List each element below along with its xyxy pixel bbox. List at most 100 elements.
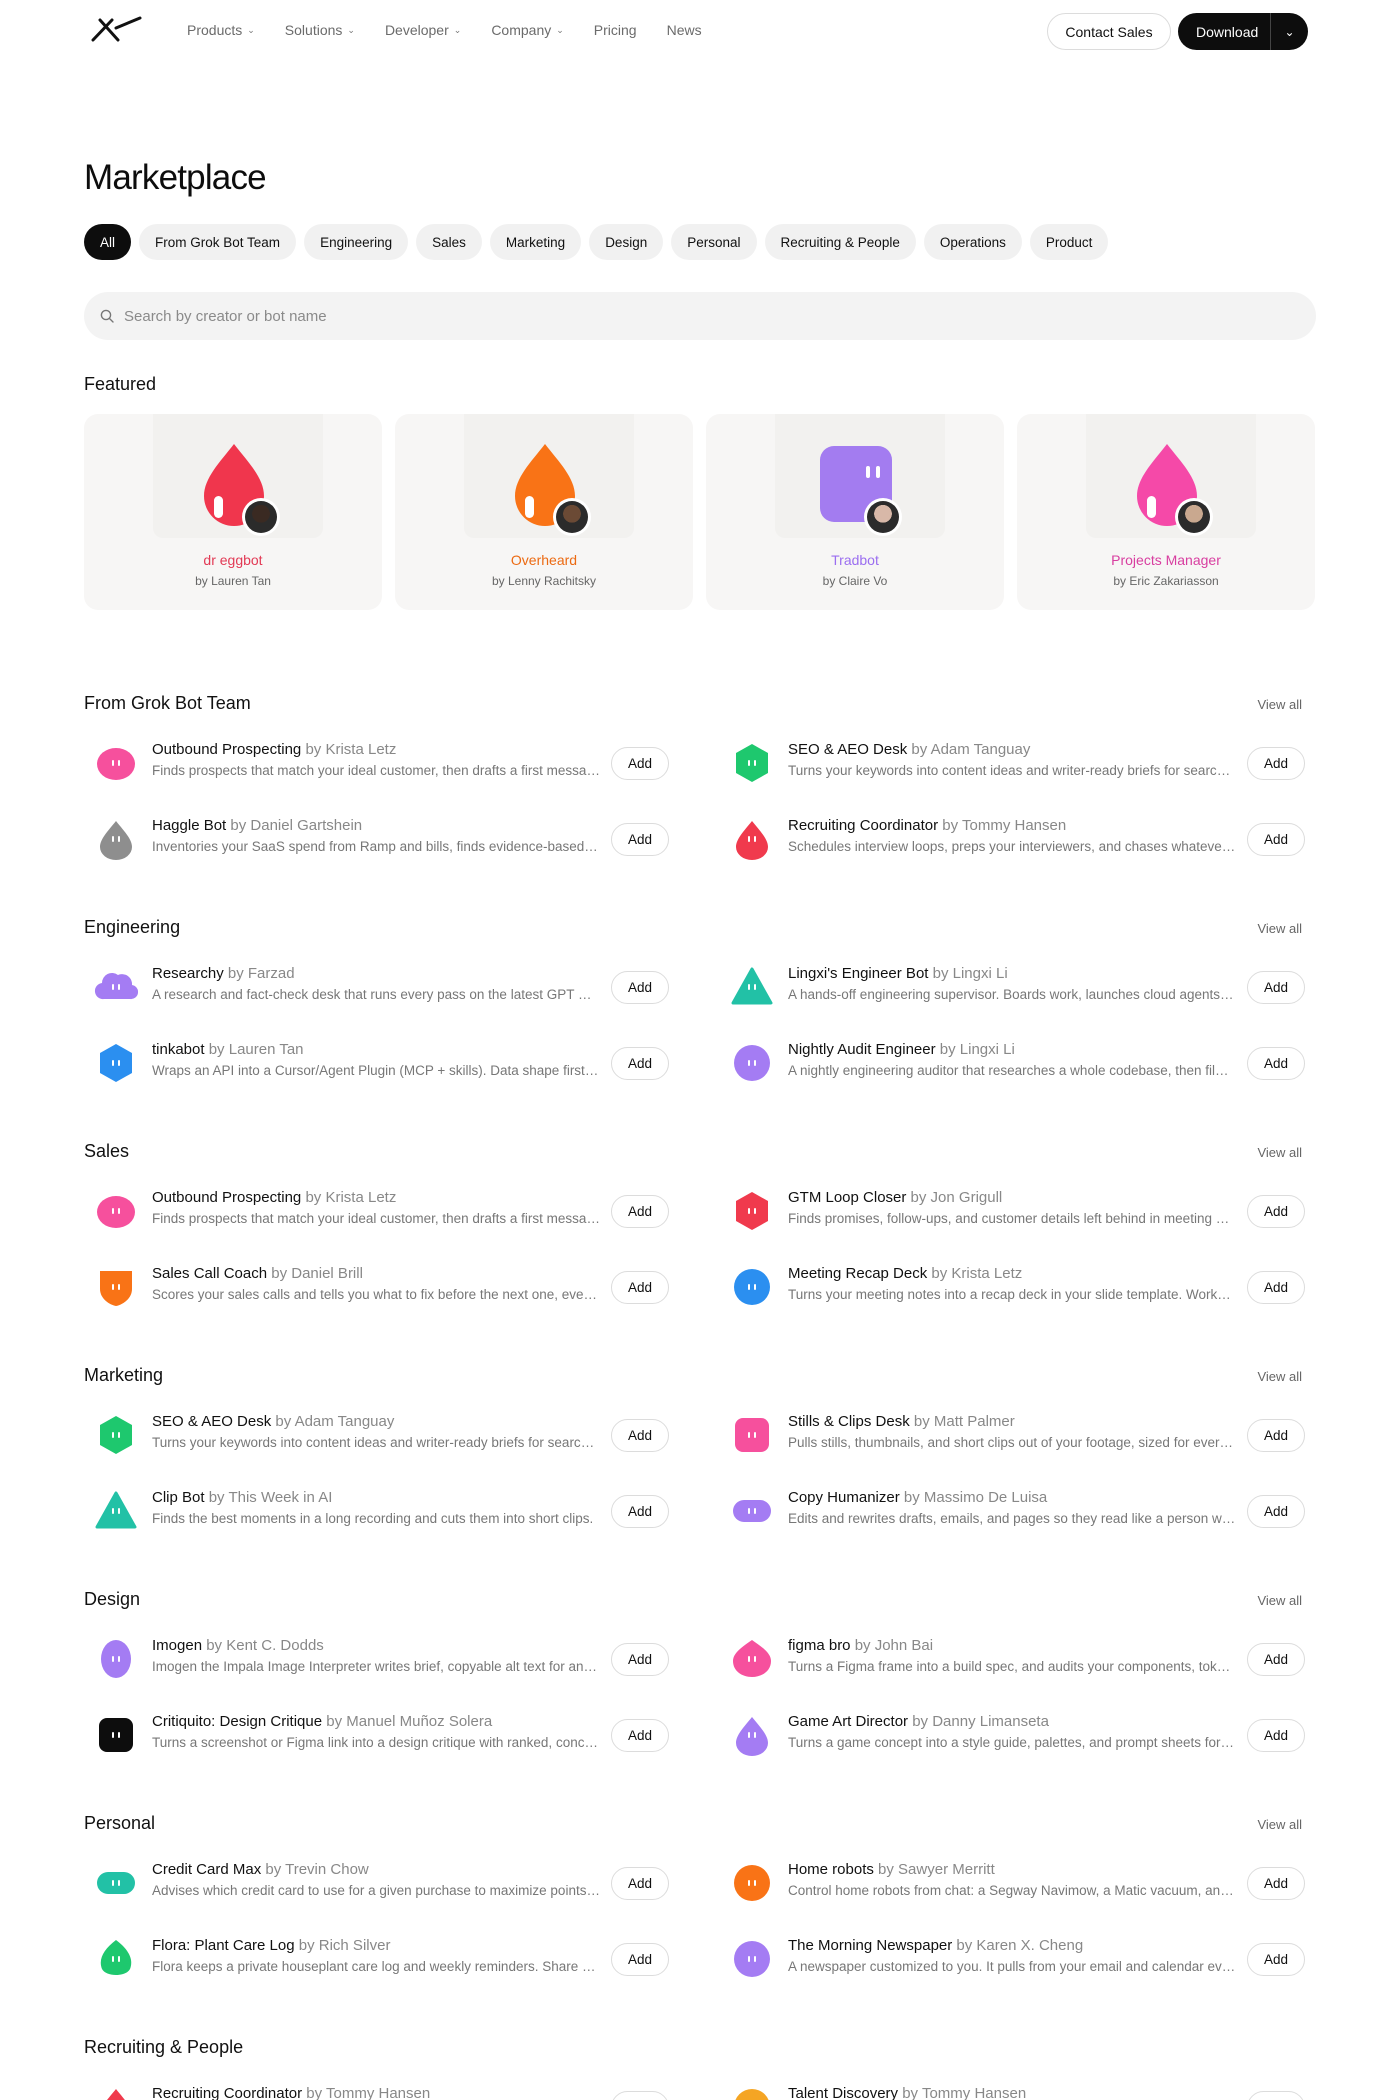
x-logo-icon[interactable] (90, 16, 142, 42)
add-button[interactable]: Add (1247, 823, 1305, 856)
add-button[interactable]: Add (1247, 1719, 1305, 1752)
search-bar[interactable] (84, 292, 1316, 340)
add-button[interactable]: Add (1247, 747, 1305, 780)
view-all-link[interactable]: View all (1257, 1817, 1302, 1832)
bot-list-item[interactable]: Outbound Prospecting by Krista Letz Find… (84, 1177, 670, 1237)
add-button[interactable]: Add (611, 1719, 669, 1752)
bot-avatar-icon (100, 1940, 132, 1975)
add-button[interactable]: Add (1247, 1419, 1305, 1452)
download-button[interactable]: Download ⌄ (1178, 13, 1308, 50)
bot-list-item[interactable]: Researchy by Farzad A research and fact-… (84, 953, 670, 1013)
bot-list-item[interactable]: SEO & AEO Desk by Adam Tanguay Turns you… (84, 1401, 670, 1461)
bot-list-item[interactable]: Recruiting Coordinator by Tommy Hansen S… (720, 805, 1306, 865)
bot-list-item[interactable]: Home robots by Sawyer Merritt Control ho… (720, 1849, 1306, 1909)
filter-chip[interactable]: From Grok Bot Team (139, 224, 297, 260)
bot-list-item[interactable]: Critiquito: Design Critique by Manuel Mu… (84, 1701, 670, 1761)
add-button[interactable]: Add (1247, 1867, 1305, 1900)
filter-chip[interactable]: Design (589, 224, 664, 260)
add-button[interactable]: Add (611, 1195, 669, 1228)
add-button[interactable]: Add (611, 1495, 669, 1528)
chevron-down-icon[interactable]: ⌄ (1271, 25, 1308, 39)
filter-chip[interactable]: Product (1029, 224, 1109, 260)
bot-list-item[interactable]: Flora: Plant Care Log by Rich Silver Flo… (84, 1925, 670, 1985)
bot-description: Schedules interview loops, preps your in… (788, 839, 1236, 854)
nav-link-company[interactable]: Company ⌄ (491, 22, 563, 38)
bot-list-item[interactable]: Credit Card Max by Trevin Chow Advises w… (84, 1849, 670, 1909)
add-button[interactable]: Add (611, 1643, 669, 1676)
bot-avatar-icon (734, 1865, 770, 1901)
add-button[interactable]: Add (611, 1419, 669, 1452)
add-button[interactable]: Add (611, 971, 669, 1004)
filter-chip[interactable]: Personal (671, 224, 757, 260)
add-button[interactable]: Add (611, 1271, 669, 1304)
filter-chip[interactable]: Engineering (304, 224, 409, 260)
bot-list-item[interactable]: Game Art Director by Danny Limanseta Tur… (720, 1701, 1306, 1761)
filter-chip[interactable]: Sales (416, 224, 482, 260)
bot-list-item[interactable]: Haggle Bot by Daniel Gartshein Inventori… (84, 805, 670, 865)
add-button[interactable]: Add (1247, 971, 1305, 1004)
filter-chip[interactable]: Marketing (489, 224, 582, 260)
add-button[interactable]: Add (611, 823, 669, 856)
page-title: Marketplace (84, 158, 267, 197)
add-button[interactable]: Add (611, 1047, 669, 1080)
featured-card[interactable]: Overheard by Lenny Rachitsky (395, 414, 693, 610)
bot-author: by Lauren Tan (208, 1041, 304, 1058)
featured-card[interactable]: dr eggbot by Lauren Tan (84, 414, 382, 610)
bot-list-item[interactable]: Copy Humanizer by Massimo De Luisa Edits… (720, 1477, 1306, 1537)
bot-author: by Karen X. Cheng (956, 1937, 1084, 1954)
nav-link-products[interactable]: Products ⌄ (187, 22, 255, 38)
bot-description: A nightly engineering auditor that resea… (788, 1063, 1236, 1078)
nav-link-pricing[interactable]: Pricing (594, 22, 637, 38)
filter-chip[interactable]: All (84, 224, 132, 260)
filter-chip[interactable]: Recruiting & People (764, 224, 916, 260)
featured-card[interactable]: Projects Manager by Eric Zakariasson (1017, 414, 1315, 610)
add-button[interactable]: Add (1247, 2091, 1305, 2100)
view-all-link[interactable]: View all (1257, 921, 1302, 936)
bot-author: by Rich Silver (298, 1937, 391, 1954)
bot-list-item[interactable]: The Morning Newspaper by Karen X. Cheng … (720, 1925, 1306, 1985)
contact-sales-button[interactable]: Contact Sales (1047, 13, 1171, 50)
bot-description: Pulls stills, thumbnails, and short clip… (788, 1435, 1236, 1450)
filter-chip[interactable]: Operations (923, 224, 1022, 260)
add-button[interactable]: Add (611, 1943, 669, 1976)
add-button[interactable]: Add (1247, 1943, 1305, 1976)
nav-link-developer[interactable]: Developer ⌄ (385, 22, 461, 38)
bot-list-item[interactable]: figma bro by John Bai Turns a Figma fram… (720, 1625, 1306, 1685)
add-button[interactable]: Add (1247, 1643, 1305, 1676)
section-title: Sales (84, 1141, 130, 1161)
featured-bot-name: dr eggbot (203, 552, 263, 568)
bot-list-item[interactable]: Sales Call Coach by Daniel Brill Scores … (84, 1253, 670, 1313)
view-all-link[interactable]: View all (1257, 1593, 1302, 1608)
bot-avatar-icon (101, 1640, 131, 1678)
add-button[interactable]: Add (611, 747, 669, 780)
bot-list-item[interactable]: Talent Discovery by Tommy Hansen Finds c… (720, 2073, 1306, 2100)
bot-description: Finds prospects that match your ideal cu… (152, 1211, 600, 1226)
view-all-link[interactable]: View all (1257, 1145, 1302, 1160)
nav-link-news[interactable]: News (667, 22, 702, 38)
bot-list-item[interactable]: tinkabot by Lauren Tan Wraps an API into… (84, 1029, 670, 1089)
add-button[interactable]: Add (611, 2091, 669, 2100)
featured-card[interactable]: Tradbot by Claire Vo (706, 414, 1004, 610)
nav-link-solutions[interactable]: Solutions ⌄ (285, 22, 355, 38)
search-input[interactable] (124, 307, 1274, 325)
add-button[interactable]: Add (1247, 1195, 1305, 1228)
bot-list-item[interactable]: Recruiting Coordinator by Tommy Hansen S… (84, 2073, 670, 2100)
bot-list-item[interactable]: Outbound Prospecting by Krista Letz Find… (84, 729, 670, 789)
bot-description: Wraps an API into a Cursor/Agent Plugin … (152, 1063, 600, 1078)
bot-avatar-icon (733, 1640, 771, 1677)
add-button[interactable]: Add (1247, 1495, 1305, 1528)
bot-list-item[interactable]: Stills & Clips Desk by Matt Palmer Pulls… (720, 1401, 1306, 1461)
add-button[interactable]: Add (1247, 1047, 1305, 1080)
view-all-link[interactable]: View all (1257, 1369, 1302, 1384)
bot-list-item[interactable]: SEO & AEO Desk by Adam Tanguay Turns you… (720, 729, 1306, 789)
add-button[interactable]: Add (1247, 1271, 1305, 1304)
bot-list-item[interactable]: Lingxi's Engineer Bot by Lingxi Li A han… (720, 953, 1306, 1013)
bot-list-item[interactable]: Clip Bot by This Week in AI Finds the be… (84, 1477, 670, 1537)
bot-avatar-icon (735, 2089, 769, 2100)
add-button[interactable]: Add (611, 1867, 669, 1900)
view-all-link[interactable]: View all (1257, 697, 1302, 712)
bot-list-item[interactable]: Imogen by Kent C. Dodds Imogen the Impal… (84, 1625, 670, 1685)
bot-list-item[interactable]: Nightly Audit Engineer by Lingxi Li A ni… (720, 1029, 1306, 1089)
bot-list-item[interactable]: GTM Loop Closer by Jon Grigull Finds pro… (720, 1177, 1306, 1237)
bot-list-item[interactable]: Meeting Recap Deck by Krista Letz Turns … (720, 1253, 1306, 1313)
